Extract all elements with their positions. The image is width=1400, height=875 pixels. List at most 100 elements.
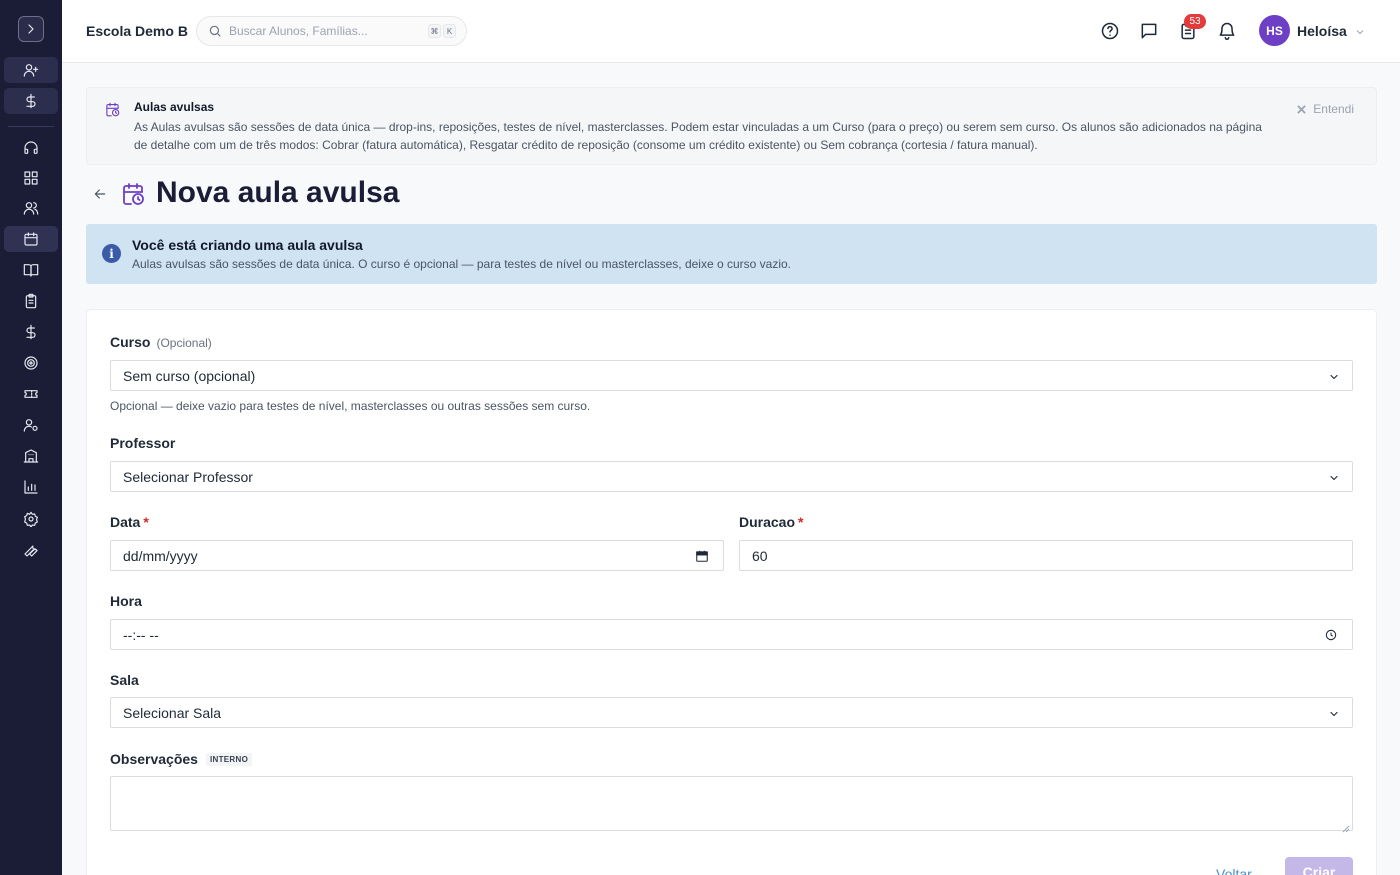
sidebar <box>0 0 62 875</box>
calendar-icon <box>24 232 38 246</box>
help-icon <box>1101 22 1119 40</box>
curso-help-text: Opcional — deixe vazio para testes de ní… <box>110 399 591 413</box>
sidebar-item-settings[interactable] <box>4 506 58 532</box>
user-name[interactable]: Heloísa <box>1297 23 1347 39</box>
sidebar-item-reports[interactable] <box>4 474 58 500</box>
sidebar-item-students[interactable] <box>4 195 58 221</box>
duracao-input[interactable]: 60 <box>739 540 1353 571</box>
wrench-icon <box>24 545 38 557</box>
grid-icon <box>24 171 38 185</box>
book-icon <box>23 264 39 277</box>
back-button[interactable] <box>92 186 108 202</box>
sala-select-value: Selecionar Sala <box>123 704 222 721</box>
notifications-button[interactable] <box>1217 21 1237 41</box>
sidebar-item-calendar[interactable] <box>4 226 58 252</box>
headset-icon <box>24 141 38 154</box>
users-icon <box>23 202 39 215</box>
ticket-icon <box>24 390 38 398</box>
internal-tag: INTERNO <box>206 753 253 766</box>
target-icon <box>24 356 38 370</box>
notification-count-badge: 53 <box>1184 14 1206 29</box>
required-marker: * <box>798 514 804 530</box>
calendar-icon[interactable] <box>695 549 709 563</box>
sidebar-item-finance[interactable] <box>4 319 58 345</box>
sidebar-toggle-button[interactable] <box>18 16 44 42</box>
dollar-icon <box>26 93 36 109</box>
chart-icon <box>24 480 38 494</box>
duracao-label-text: Duracao <box>739 514 796 530</box>
user-cog-icon <box>23 419 38 432</box>
professor-select-value: Selecionar Professor <box>123 468 253 485</box>
chevron-down-icon <box>1328 370 1340 382</box>
messages-button[interactable] <box>1139 21 1159 41</box>
sidebar-item-courses[interactable] <box>4 257 58 283</box>
user-menu-toggle[interactable] <box>1354 25 1366 37</box>
create-button[interactable]: Criar <box>1285 857 1353 875</box>
calendar-clock-icon <box>121 182 145 206</box>
sidebar-item-support[interactable] <box>4 135 58 161</box>
required-marker: * <box>143 514 149 530</box>
search-box[interactable]: ⌘ K <box>196 16 467 46</box>
help-button[interactable] <box>1100 21 1120 41</box>
hora-label: Hora <box>110 593 142 609</box>
date-input[interactable]: dd/mm/yyyy <box>110 540 724 571</box>
chevron-down-icon <box>1328 471 1340 483</box>
bell-icon <box>1219 22 1235 41</box>
sidebar-item-billing[interactable] <box>4 88 58 114</box>
observacoes-textarea[interactable] <box>110 776 1353 833</box>
time-placeholder: --:-- -- <box>123 626 159 643</box>
date-placeholder: dd/mm/yyyy <box>123 547 198 564</box>
info-title: Você está criando uma aula avulsa <box>132 237 363 253</box>
data-label: Data * <box>110 514 149 530</box>
sidebar-item-staff[interactable] <box>4 412 58 438</box>
user-avatar[interactable]: HS <box>1259 15 1290 46</box>
tip-body: As Aulas avulsas são sessões de data úni… <box>134 120 1262 152</box>
curso-label-text: Curso <box>110 334 151 350</box>
chevron-down-icon <box>1328 707 1340 719</box>
duracao-label: Duracao * <box>739 514 803 530</box>
clock-icon[interactable] <box>1324 628 1338 642</box>
calendar-clock-icon <box>105 102 120 117</box>
school-name: Escola Demo B <box>86 23 188 39</box>
curso-select-value: Sem curso (opcional) <box>123 367 256 384</box>
back-link-button[interactable]: Voltar <box>1216 866 1252 875</box>
professor-select[interactable]: Selecionar Professor <box>110 461 1353 492</box>
tip-banner: Aulas avulsas As Aulas avulsas são sessõ… <box>86 87 1377 165</box>
sidebar-item-tools[interactable] <box>4 537 58 563</box>
shortcut-key-k: K <box>443 24 456 38</box>
gear-icon <box>24 511 38 527</box>
sidebar-item-school[interactable] <box>4 443 58 469</box>
tip-dismiss-button[interactable]: Entendi <box>1297 102 1354 116</box>
sidebar-item-dashboard[interactable] <box>4 165 58 191</box>
close-icon <box>1297 104 1307 114</box>
user-plus-icon <box>23 64 39 77</box>
search-input[interactable] <box>229 23 419 39</box>
clipboard-icon <box>25 293 37 309</box>
tip-title: Aulas avulsas <box>134 100 215 114</box>
sala-select[interactable]: Selecionar Sala <box>110 697 1353 728</box>
resize-handle[interactable] <box>1342 820 1350 833</box>
sala-label: Sala <box>110 672 139 688</box>
dollar-icon <box>26 324 36 340</box>
chevron-right-icon <box>28 24 34 34</box>
info-alert: i Você está criando uma aula avulsa Aula… <box>86 224 1377 284</box>
observacoes-label: Observações <box>110 751 198 767</box>
sidebar-item-attendance[interactable] <box>4 288 58 314</box>
professor-label: Professor <box>110 435 176 451</box>
curso-label: Curso (Opcional) <box>110 334 212 350</box>
chevron-down-icon <box>1356 30 1364 35</box>
tip-dismiss-label: Entendi <box>1313 102 1354 116</box>
sidebar-item-goals[interactable] <box>4 350 58 376</box>
search-icon <box>209 25 221 37</box>
arrow-left-icon <box>94 189 106 199</box>
info-body: Aulas avulsas são sessões de data única.… <box>132 257 792 271</box>
time-input[interactable]: --:-- -- <box>110 619 1353 650</box>
curso-select[interactable]: Sem curso (opcional) <box>110 360 1353 391</box>
sidebar-item-add-user[interactable] <box>4 57 58 83</box>
sidebar-item-tickets[interactable] <box>4 381 58 407</box>
page-title: Nova aula avulsa <box>156 176 400 209</box>
curso-optional-tag: (Opcional) <box>156 336 212 350</box>
data-label-text: Data <box>110 514 141 530</box>
top-header: Escola Demo B ⌘ K 53 HS Heloísa <box>62 0 1400 63</box>
shortcut-key-cmd: ⌘ <box>428 24 441 38</box>
